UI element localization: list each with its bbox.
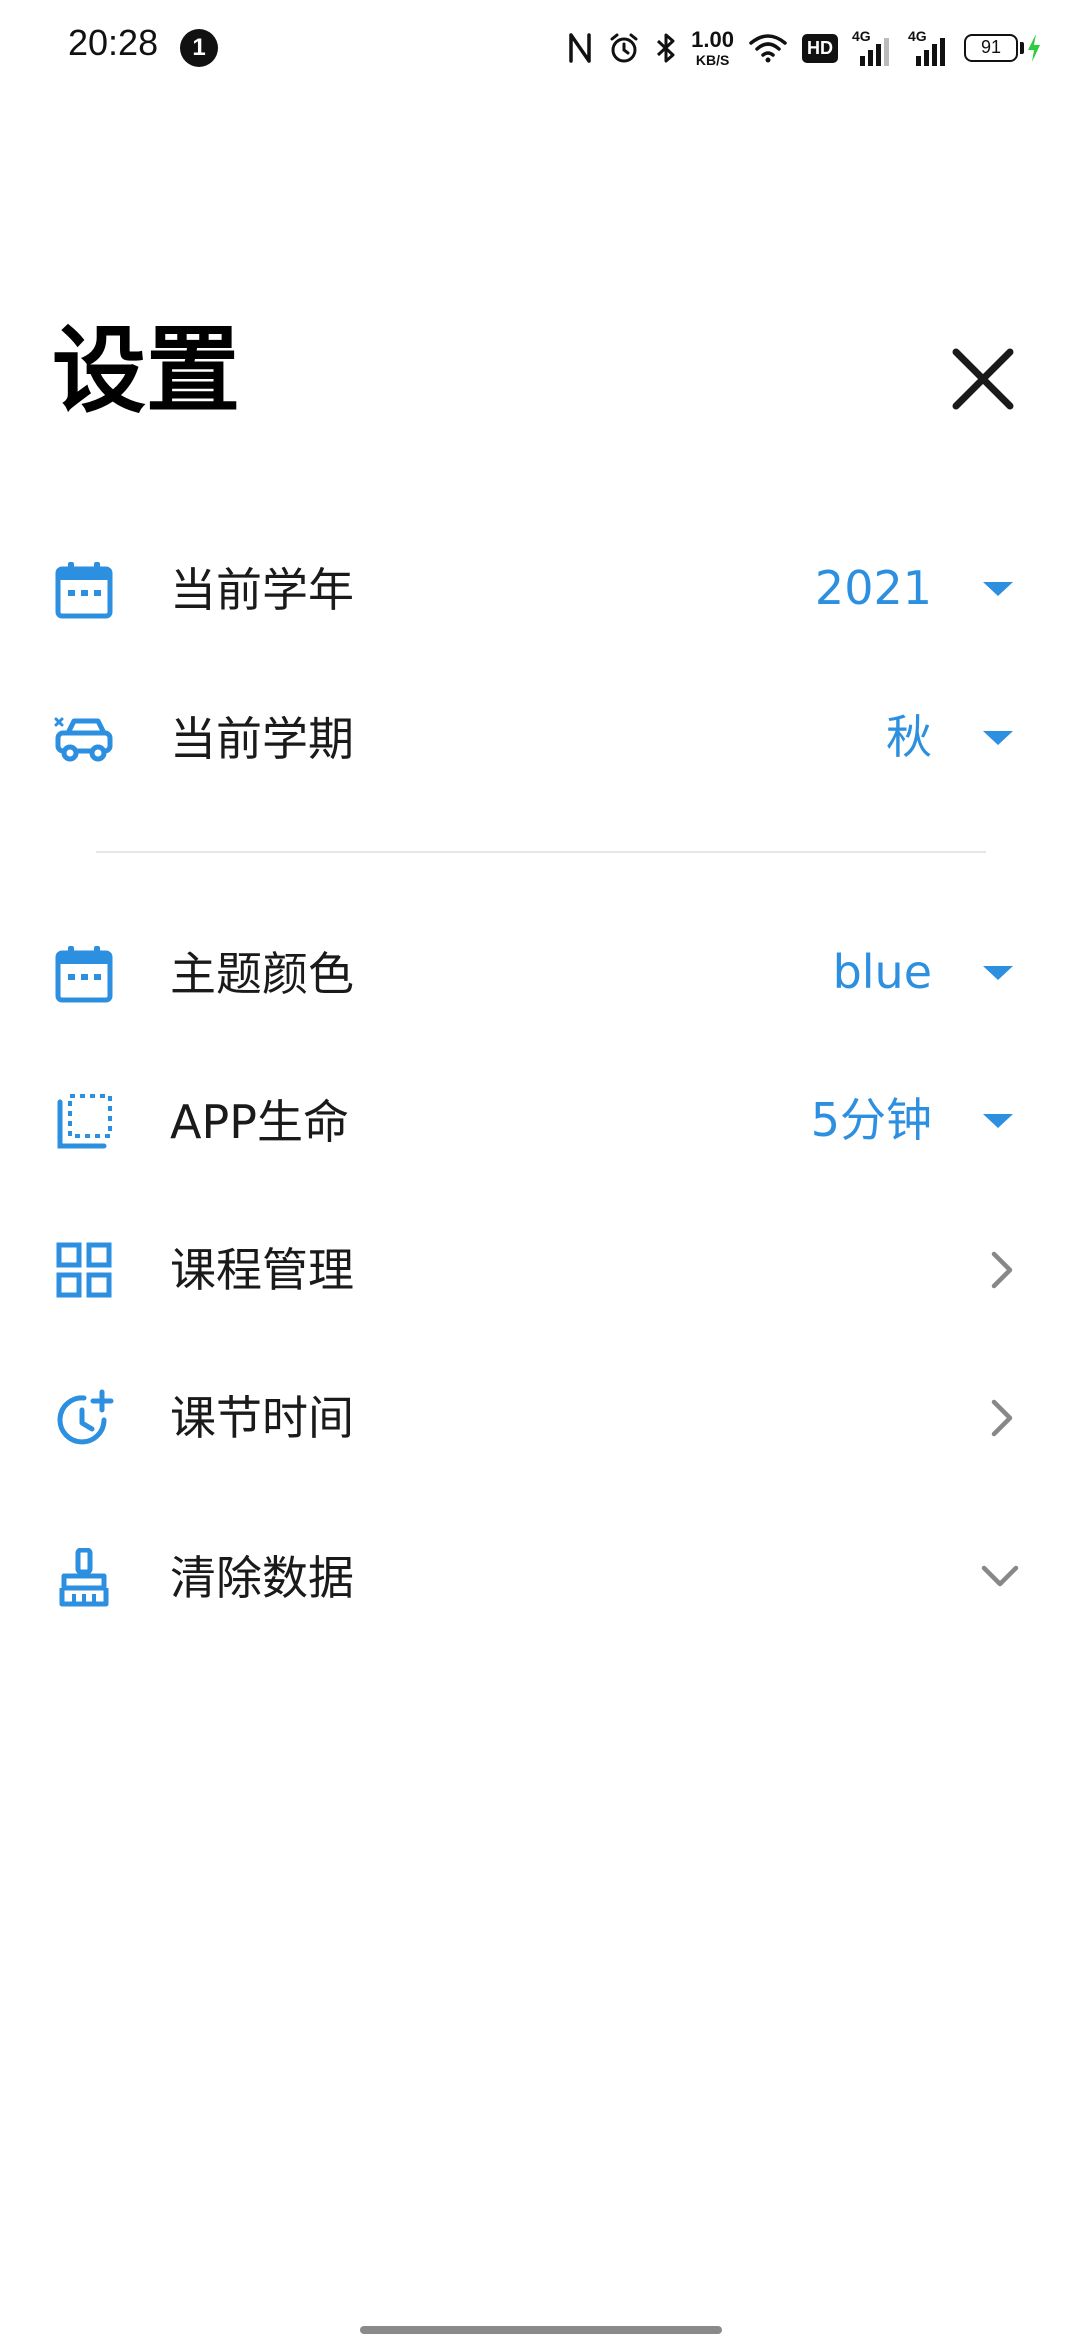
nfc-icon: [569, 33, 591, 63]
setting-label: 当前学年: [170, 563, 354, 617]
setting-academic-year[interactable]: 当前学年 2021: [0, 524, 1080, 654]
calendar-icon: [55, 946, 113, 1003]
hd-voice-badge: HD: [802, 33, 838, 63]
caret-down-icon[interactable]: [983, 1114, 1013, 1128]
setting-label: 课节时间: [170, 1391, 354, 1445]
caret-down-icon[interactable]: [983, 582, 1013, 596]
setting-course-management[interactable]: 课程管理: [0, 1204, 1080, 1334]
chevron-down-icon[interactable]: [978, 1558, 1022, 1594]
setting-label: 当前学期: [170, 712, 354, 766]
status-time: 20:28: [68, 22, 159, 63]
signal-sim2-icon: 4G: [908, 28, 950, 68]
crop-frame-icon: [57, 1094, 112, 1149]
signal-sim1-icon: 4G: [852, 28, 894, 68]
theme-color-dropdown[interactable]: blue: [833, 944, 932, 1000]
status-icons: 1.00 KB/S HD 4G 4G 91: [567, 26, 1042, 70]
setting-label: 课程管理: [170, 1243, 354, 1297]
network-speed: 1.00 KB/S: [691, 27, 734, 68]
car-icon: [54, 717, 113, 762]
status-bar: 20:28 1 1.00 KB/S HD 4G 4G 91: [0, 0, 1080, 96]
home-indicator[interactable]: [360, 2326, 722, 2334]
setting-semester[interactable]: 当前学期 秋: [0, 673, 1080, 803]
app-lifetime-dropdown[interactable]: 5分钟: [811, 1092, 932, 1148]
broom-icon: [59, 1548, 109, 1607]
clock-plus-icon: [57, 1389, 114, 1445]
chevron-right-icon[interactable]: [984, 1396, 1020, 1440]
section-divider: [96, 851, 986, 853]
setting-clear-data[interactable]: 清除数据: [0, 1512, 1080, 1642]
wifi-icon: [749, 34, 787, 63]
charging-bolt-icon: [1028, 34, 1040, 62]
notification-badge: 1: [180, 29, 218, 67]
setting-label: 清除数据: [170, 1551, 354, 1605]
network-speed-unit: KB/S: [695, 52, 730, 68]
chevron-right-icon[interactable]: [984, 1248, 1020, 1292]
caret-down-icon[interactable]: [983, 966, 1013, 980]
bluetooth-icon: [657, 33, 675, 63]
calendar-icon: [55, 562, 113, 619]
network-speed-value: 1.00: [691, 27, 734, 52]
alarm-icon: [610, 33, 638, 63]
setting-class-periods[interactable]: 课节时间: [0, 1352, 1080, 1482]
caret-down-icon[interactable]: [983, 731, 1013, 745]
battery-indicator: 91: [964, 33, 1042, 63]
battery-level: 91: [964, 34, 1018, 62]
semester-dropdown[interactable]: 秋: [886, 709, 932, 765]
setting-label: 主题颜色: [170, 947, 354, 1001]
setting-theme-color[interactable]: 主题颜色 blue: [0, 908, 1080, 1038]
close-button[interactable]: [950, 346, 1016, 412]
grid-icon: [56, 1242, 112, 1298]
page-title: 设置: [52, 317, 241, 426]
academic-year-dropdown[interactable]: 2021: [815, 560, 932, 616]
setting-label: APP生命: [170, 1095, 349, 1149]
setting-app-lifetime[interactable]: APP生命 5分钟: [0, 1056, 1080, 1186]
